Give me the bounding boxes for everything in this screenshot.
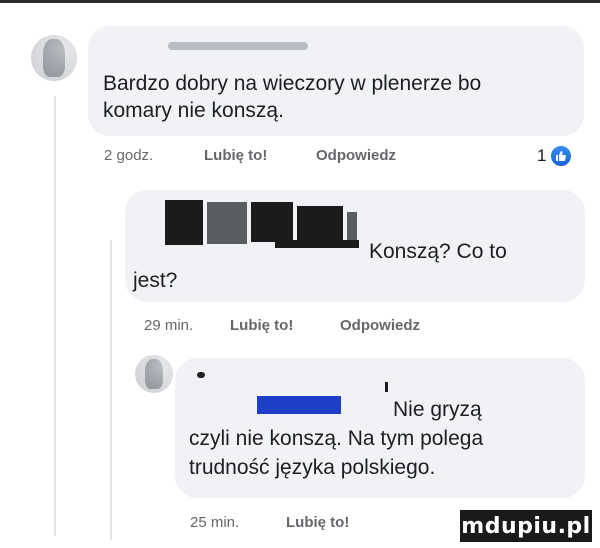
author-name[interactable] bbox=[168, 42, 308, 50]
redacted-name bbox=[297, 206, 343, 244]
redacted-name bbox=[385, 382, 388, 392]
author-name[interactable] bbox=[197, 372, 205, 378]
timestamp: 25 min. bbox=[190, 514, 240, 531]
timestamp: 2 godz. bbox=[104, 147, 154, 164]
reply-bubble: Konszą? Co to jest? bbox=[125, 190, 585, 302]
redacted-name bbox=[347, 212, 357, 242]
watermark-logo: mdupiu.pl bbox=[460, 510, 592, 542]
like-button[interactable]: Lubię to! bbox=[230, 317, 293, 334]
redacted-name bbox=[257, 396, 341, 414]
comment-text-line: jest? bbox=[133, 269, 178, 292]
redacted-name bbox=[275, 240, 359, 248]
thread-line bbox=[110, 240, 112, 540]
top-border bbox=[0, 0, 600, 3]
redacted-name bbox=[165, 200, 203, 245]
timestamp: 29 min. bbox=[144, 317, 194, 334]
redacted-name bbox=[207, 202, 247, 244]
comment-text-line: komary nie konszą. bbox=[103, 99, 284, 122]
redacted-name bbox=[251, 202, 293, 242]
comment-text-line: Konszą? Co to bbox=[369, 240, 507, 263]
comment-text-line: czyli nie konszą. Na tym polega bbox=[189, 427, 484, 450]
comment-meta: 2 godz. Lubię to! Odpowiedz bbox=[104, 147, 396, 164]
reaction-count[interactable]: 1 bbox=[537, 144, 574, 168]
avatar[interactable] bbox=[31, 35, 77, 81]
comment-text-line: Bardzo dobry na wieczory w plenerze bo bbox=[103, 72, 482, 95]
reply-bubble: Nie gryzą czyli nie konszą. Na tym poleg… bbox=[175, 358, 585, 498]
comment-text-line: Nie gryzą bbox=[393, 398, 482, 421]
reply-button[interactable]: Odpowiedz bbox=[340, 317, 420, 334]
comment-meta: 29 min. Lubię to! Odpowiedz bbox=[144, 317, 420, 334]
avatar[interactable] bbox=[135, 355, 173, 393]
reply-button[interactable]: Odpowiedz bbox=[316, 147, 396, 164]
comment-bubble: Bardzo dobry na wieczory w plenerze bo k… bbox=[88, 26, 584, 136]
like-thumb-icon bbox=[549, 144, 574, 168]
reaction-count-value: 1 bbox=[537, 146, 547, 165]
like-button[interactable]: Lubię to! bbox=[286, 514, 349, 531]
comment-meta: 25 min. Lubię to! bbox=[190, 514, 349, 531]
like-button[interactable]: Lubię to! bbox=[204, 147, 267, 164]
thread-line bbox=[54, 96, 56, 536]
comment-text-line: trudność języka polskiego. bbox=[189, 456, 436, 479]
